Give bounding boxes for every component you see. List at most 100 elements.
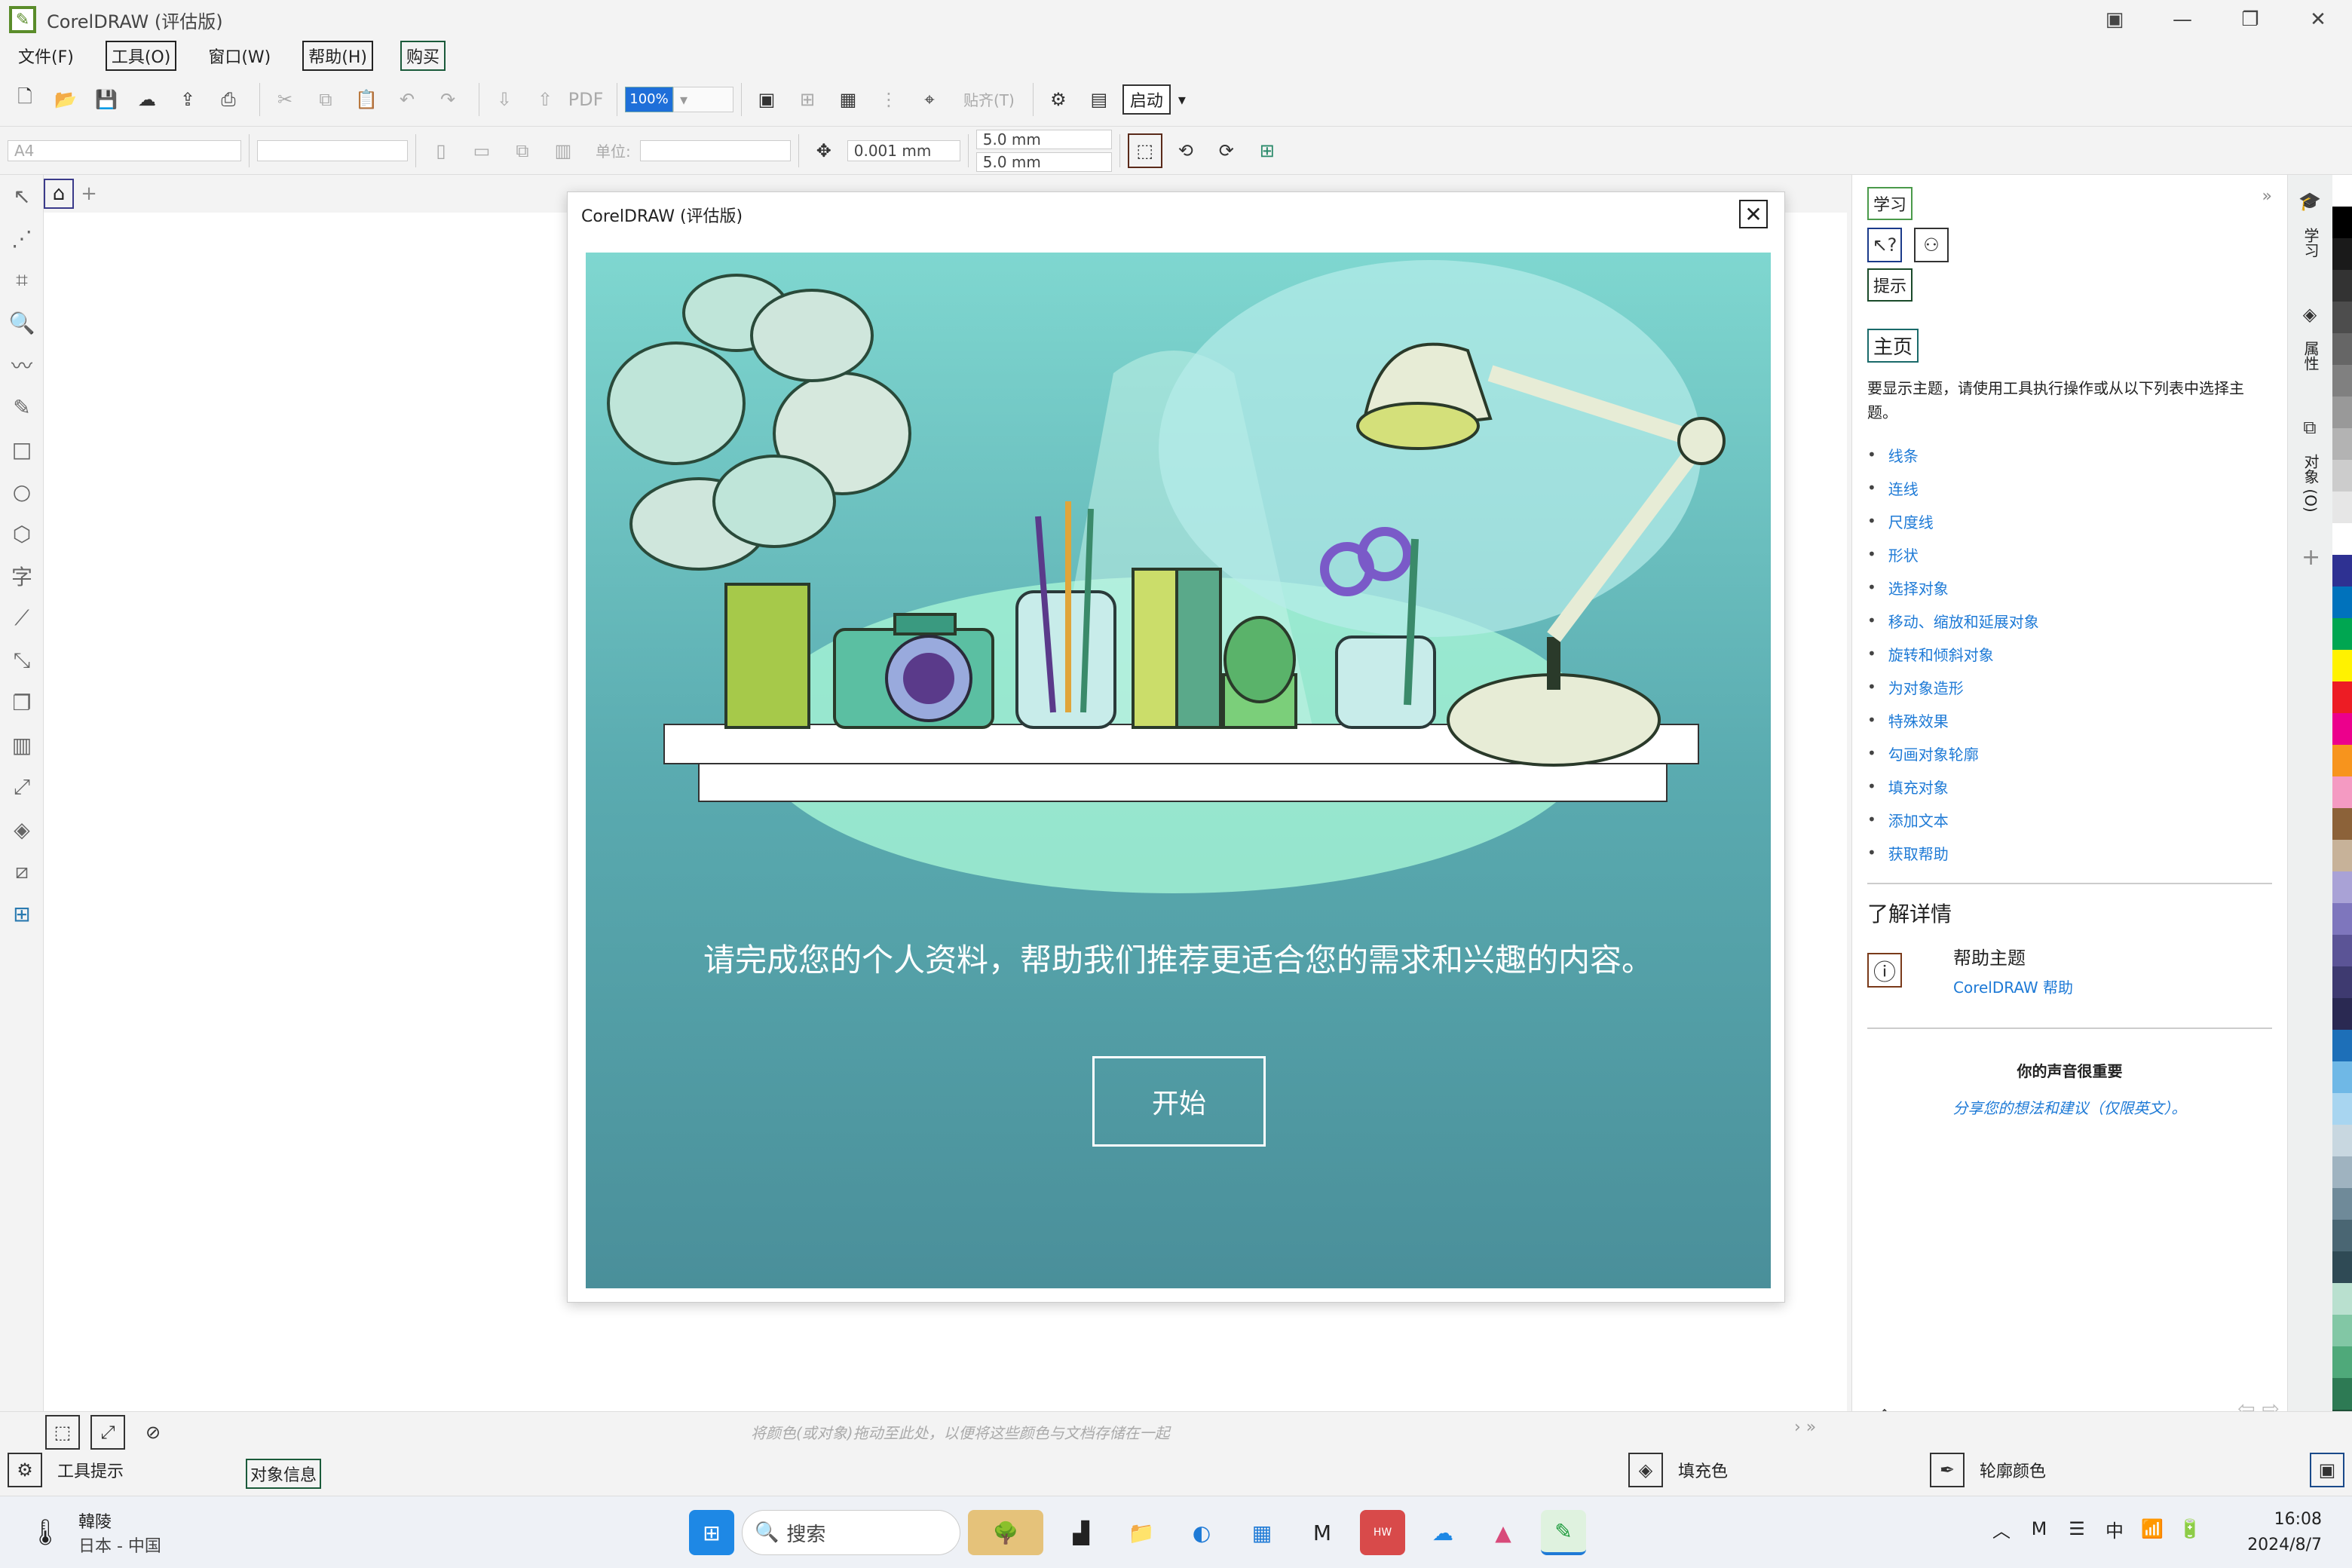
palette-swatch[interactable] <box>2332 1315 2352 1346</box>
start-button[interactable]: 开始 <box>1092 1056 1266 1147</box>
zoom-level-field[interactable]: 100% <box>625 86 673 112</box>
topic-link[interactable]: 旋转和倾斜对象 <box>1867 637 2272 670</box>
palette-swatch[interactable] <box>2332 492 2352 523</box>
start-dropdown-icon[interactable]: ▾ <box>1178 90 1186 109</box>
menu-help[interactable]: 帮助(H) <box>302 41 373 71</box>
pick-tool-icon[interactable]: ↖ <box>0 175 44 217</box>
duplicate-x-field[interactable]: 5.0 mm <box>975 129 1112 149</box>
news-widget-icon[interactable]: 🌳 <box>968 1510 1043 1555</box>
topic-link[interactable]: 获取帮助 <box>1867 836 2272 869</box>
palette-swatch[interactable] <box>2332 650 2352 681</box>
artistic-media-icon[interactable]: ✎ <box>0 386 44 428</box>
object-info-label[interactable]: 对象信息 <box>246 1459 322 1489</box>
show-hidden-icons[interactable]: ︿ <box>1983 1510 2020 1548</box>
topic-link[interactable]: 为对象造形 <box>1867 670 2272 703</box>
new-tab-icon[interactable]: + <box>74 179 104 209</box>
import-icon[interactable]: ⇩ <box>487 82 522 117</box>
docker-props-tab[interactable]: 属性 <box>2300 341 2322 401</box>
redo-icon[interactable]: ↷ <box>430 82 465 117</box>
docker-objects-tab[interactable]: 对象 (O) <box>2300 454 2322 544</box>
export-icon[interactable]: ⇧ <box>528 82 562 117</box>
cloud-app-icon[interactable]: ☁ <box>1420 1510 1465 1555</box>
treat-as-filled-icon[interactable]: ⬚ <box>1127 133 1162 168</box>
document-palette-arrows[interactable]: › » <box>1794 1418 1816 1437</box>
restore-button[interactable]: ❐ <box>2216 0 2284 39</box>
palette-swatch[interactable] <box>2332 270 2352 302</box>
file-explorer-icon[interactable]: 📁 <box>1119 1510 1164 1555</box>
palette-swatch[interactable] <box>2332 935 2352 966</box>
page-width-field[interactable] <box>257 139 408 161</box>
add-frame-icon[interactable]: ⊞ <box>1250 133 1285 168</box>
grid-icon[interactable]: ▦ <box>831 82 865 117</box>
palette-swatch[interactable] <box>2332 302 2352 333</box>
transform-icon[interactable]: ⟳ <box>1209 133 1244 168</box>
outline-pen-icon[interactable]: ✒ <box>1930 1453 1965 1487</box>
palette-swatch[interactable] <box>2332 840 2352 871</box>
color-palette[interactable] <box>2332 175 2352 1441</box>
ellipse-tool-icon[interactable]: ○ <box>0 470 44 513</box>
parallel-dimension-icon[interactable]: ⟋ <box>0 597 44 639</box>
transparency-tool-icon[interactable]: ▥ <box>0 724 44 766</box>
crop-tool-icon[interactable]: ⌗ <box>0 259 44 302</box>
open-icon[interactable]: 📂 <box>48 82 83 117</box>
zoom-dropdown[interactable]: ▾ <box>673 86 733 112</box>
status-expand-icon[interactable]: ▣ <box>2310 1453 2344 1487</box>
topic-link[interactable]: 连线 <box>1867 471 2272 504</box>
palette-swatch[interactable] <box>2332 365 2352 397</box>
fill-color-icon[interactable]: ◈ <box>1628 1453 1663 1487</box>
hints-tool-icon[interactable]: ↖? <box>1867 228 1902 262</box>
topic-link[interactable]: 添加文本 <box>1867 803 2272 836</box>
wifi-volume-icon[interactable]: 📶 <box>2133 1510 2171 1548</box>
palette-swatch[interactable] <box>2332 1093 2352 1125</box>
palette-swatch[interactable] <box>2332 776 2352 808</box>
text-tool-icon[interactable]: 字 <box>0 555 44 597</box>
palette-swatch[interactable] <box>2332 903 2352 935</box>
docker-learn-tab[interactable]: 学习 <box>2300 228 2322 288</box>
palette-swatch[interactable] <box>2332 397 2352 428</box>
edge-browser-icon[interactable]: ◐ <box>1179 1510 1224 1555</box>
snap-icon[interactable]: ⌖ <box>912 82 947 117</box>
palette-swatch[interactable] <box>2332 428 2352 460</box>
palette-swatch[interactable] <box>2332 713 2352 745</box>
dialog-close-icon[interactable]: ✕ <box>1739 200 1768 228</box>
units-select[interactable] <box>639 139 791 161</box>
nudge-field[interactable]: 0.001 mm <box>847 139 960 161</box>
topic-link[interactable]: 形状 <box>1867 537 2272 571</box>
coreldraw-taskbar-icon[interactable]: ✎ <box>1541 1510 1586 1555</box>
connector-tool-icon[interactable]: ⤡ <box>0 639 44 681</box>
palette-swatch[interactable] <box>2332 1030 2352 1061</box>
minimize-button[interactable]: — <box>2148 0 2216 39</box>
eyedropper-icon[interactable]: ⤢ <box>90 1415 125 1450</box>
topic-link[interactable]: 尺度线 <box>1867 504 2272 537</box>
start-launcher-button[interactable]: 启动 <box>1122 84 1171 115</box>
system-clock[interactable]: 16:08 2024/8/7 <box>2247 1507 2322 1558</box>
rulers-icon[interactable]: ⊞ <box>790 82 825 117</box>
photos-app-icon[interactable]: ▲ <box>1481 1510 1526 1555</box>
duplicate-y-field[interactable]: 5.0 mm <box>975 152 1112 172</box>
topic-link[interactable]: 线条 <box>1867 438 2272 471</box>
save-icon[interactable]: 💾 <box>89 82 124 117</box>
task-view-icon[interactable]: ▟ <box>1058 1510 1104 1555</box>
page-size-select[interactable]: A4 <box>8 139 241 161</box>
palette-swatch[interactable] <box>2332 1251 2352 1283</box>
cloud-upload-icon[interactable]: ☁ <box>130 82 164 117</box>
taskbar-search[interactable]: 🔍 搜索 <box>742 1510 960 1555</box>
topic-link[interactable]: 填充对象 <box>1867 770 2272 803</box>
huawei-app-icon[interactable]: HW <box>1360 1510 1405 1555</box>
help-topics-link[interactable]: CorelDRAW 帮助 <box>1953 975 2073 997</box>
menu-buy[interactable]: 购买 <box>400 41 446 71</box>
palette-swatch[interactable] <box>2332 586 2352 618</box>
menu-file[interactable]: 文件(F) <box>14 42 78 69</box>
palette-swatch[interactable] <box>2332 1061 2352 1093</box>
weather-icon[interactable]: 🌡 <box>23 1510 68 1555</box>
guidelines-icon[interactable]: ⋮ <box>871 82 906 117</box>
palette-swatch[interactable] <box>2332 808 2352 840</box>
microsoft-store-icon[interactable]: ▦ <box>1239 1510 1285 1555</box>
zoom-tool-icon[interactable]: 🔍 <box>0 302 44 344</box>
new-document-icon[interactable]: 🗋 <box>8 82 42 117</box>
close-button[interactable]: ✕ <box>2284 0 2352 39</box>
draw-outline-icon[interactable]: ⟲ <box>1168 133 1203 168</box>
docker-learn-icon[interactable]: 🎓 <box>2292 184 2327 219</box>
export-cloud-icon[interactable]: ⇪ <box>170 82 205 117</box>
portrait-icon[interactable]: ▯ <box>424 133 458 168</box>
